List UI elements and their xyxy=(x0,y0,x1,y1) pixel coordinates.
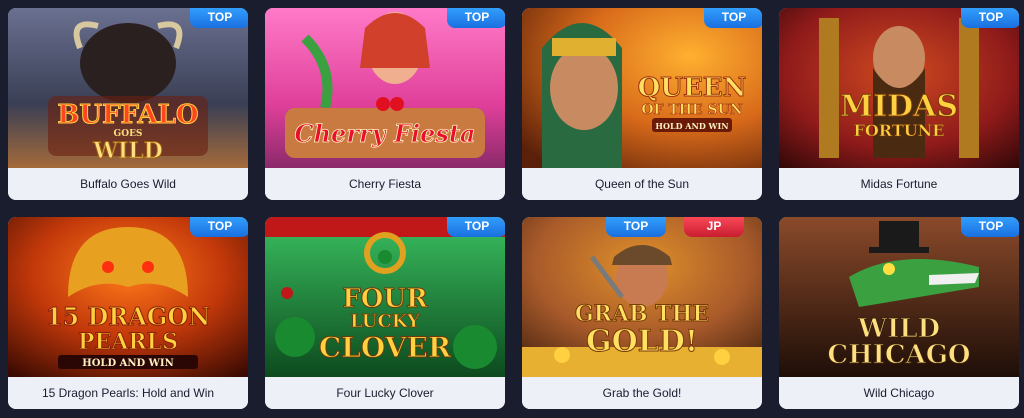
art-line: BUFFALO xyxy=(57,100,198,130)
top-badge: TOP xyxy=(961,8,1019,28)
top-badge: TOP xyxy=(606,217,666,237)
art-line: HOLD AND WIN xyxy=(82,358,173,369)
jp-badge: JP xyxy=(684,217,744,237)
art-line: FORTUNE xyxy=(854,121,945,140)
game-title[interactable]: Four Lucky Clover xyxy=(265,377,505,409)
top-badge: TOP xyxy=(190,217,248,237)
art-line: FOUR xyxy=(342,284,428,314)
game-title[interactable]: Grab the Gold! xyxy=(522,377,762,409)
game-title[interactable]: Midas Fortune xyxy=(779,168,1019,200)
game-title[interactable]: 15 Dragon Pearls: Hold and Win xyxy=(8,377,248,409)
game-title[interactable]: Cherry Fiesta xyxy=(265,168,505,200)
game-thumbnail[interactable]: MIDAS FORTUNE xyxy=(779,8,1019,168)
game-title[interactable]: Wild Chicago xyxy=(779,377,1019,409)
game-card-wild-chicago[interactable]: WILD CHICAGO TOP Wild Chicago xyxy=(779,217,1019,409)
art-line: QUEEN xyxy=(638,73,747,103)
art-line: Cherry Fiesta xyxy=(295,119,476,148)
art-line: LUCKY xyxy=(350,311,421,332)
game-thumbnail[interactable]: BUFFALO GOES WILD xyxy=(8,8,248,168)
game-card-15-dragon-pearls[interactable]: 15 DRAGON PEARLS HOLD AND WIN TOP 15 Dra… xyxy=(8,217,248,409)
game-thumbnail[interactable]: QUEEN OF THE SUN HOLD AND WIN xyxy=(522,8,762,168)
top-badge: TOP xyxy=(704,8,762,28)
games-grid: BUFFALO GOES WILD TOP Buffalo Goes Wild xyxy=(0,0,1024,418)
art-line: OF THE SUN xyxy=(641,102,743,118)
art-line: WILD xyxy=(92,138,163,164)
art-line: CHICAGO xyxy=(827,340,970,370)
game-thumbnail[interactable]: WILD CHICAGO xyxy=(779,217,1019,377)
game-title[interactable]: Queen of the Sun xyxy=(522,168,762,200)
art-line: 15 DRAGON xyxy=(46,302,210,331)
art-line: MIDAS xyxy=(840,89,958,124)
game-card-buffalo-goes-wild[interactable]: BUFFALO GOES WILD TOP Buffalo Goes Wild xyxy=(8,8,248,200)
art-line: HOLD AND WIN xyxy=(655,121,728,131)
top-badge: TOP xyxy=(961,217,1019,237)
game-thumbnail[interactable]: FOUR LUCKY CLOVER xyxy=(265,217,505,377)
art-line: CLOVER xyxy=(319,331,452,364)
game-card-cherry-fiesta[interactable]: Cherry Fiesta TOP Cherry Fiesta xyxy=(265,8,505,200)
art-line: PEARLS xyxy=(78,329,178,355)
top-badge: TOP xyxy=(447,8,505,28)
art-line: GOLD! xyxy=(586,324,698,359)
top-badge: TOP xyxy=(447,217,505,237)
game-card-midas-fortune[interactable]: MIDAS FORTUNE TOP Midas Fortune xyxy=(779,8,1019,200)
game-card-grab-the-gold[interactable]: GRAB THE GOLD! TOP JP Grab the Gold! xyxy=(522,217,762,409)
game-card-queen-of-the-sun[interactable]: QUEEN OF THE SUN HOLD AND WIN TOP Queen … xyxy=(522,8,762,200)
game-thumbnail[interactable]: 15 DRAGON PEARLS HOLD AND WIN xyxy=(8,217,248,377)
game-thumbnail[interactable]: GRAB THE GOLD! xyxy=(522,217,762,377)
top-badge: TOP xyxy=(190,8,248,28)
game-card-four-lucky-clover[interactable]: FOUR LUCKY CLOVER TOP Four Lucky Clover xyxy=(265,217,505,409)
game-thumbnail[interactable]: Cherry Fiesta xyxy=(265,8,505,168)
game-title[interactable]: Buffalo Goes Wild xyxy=(8,168,248,200)
